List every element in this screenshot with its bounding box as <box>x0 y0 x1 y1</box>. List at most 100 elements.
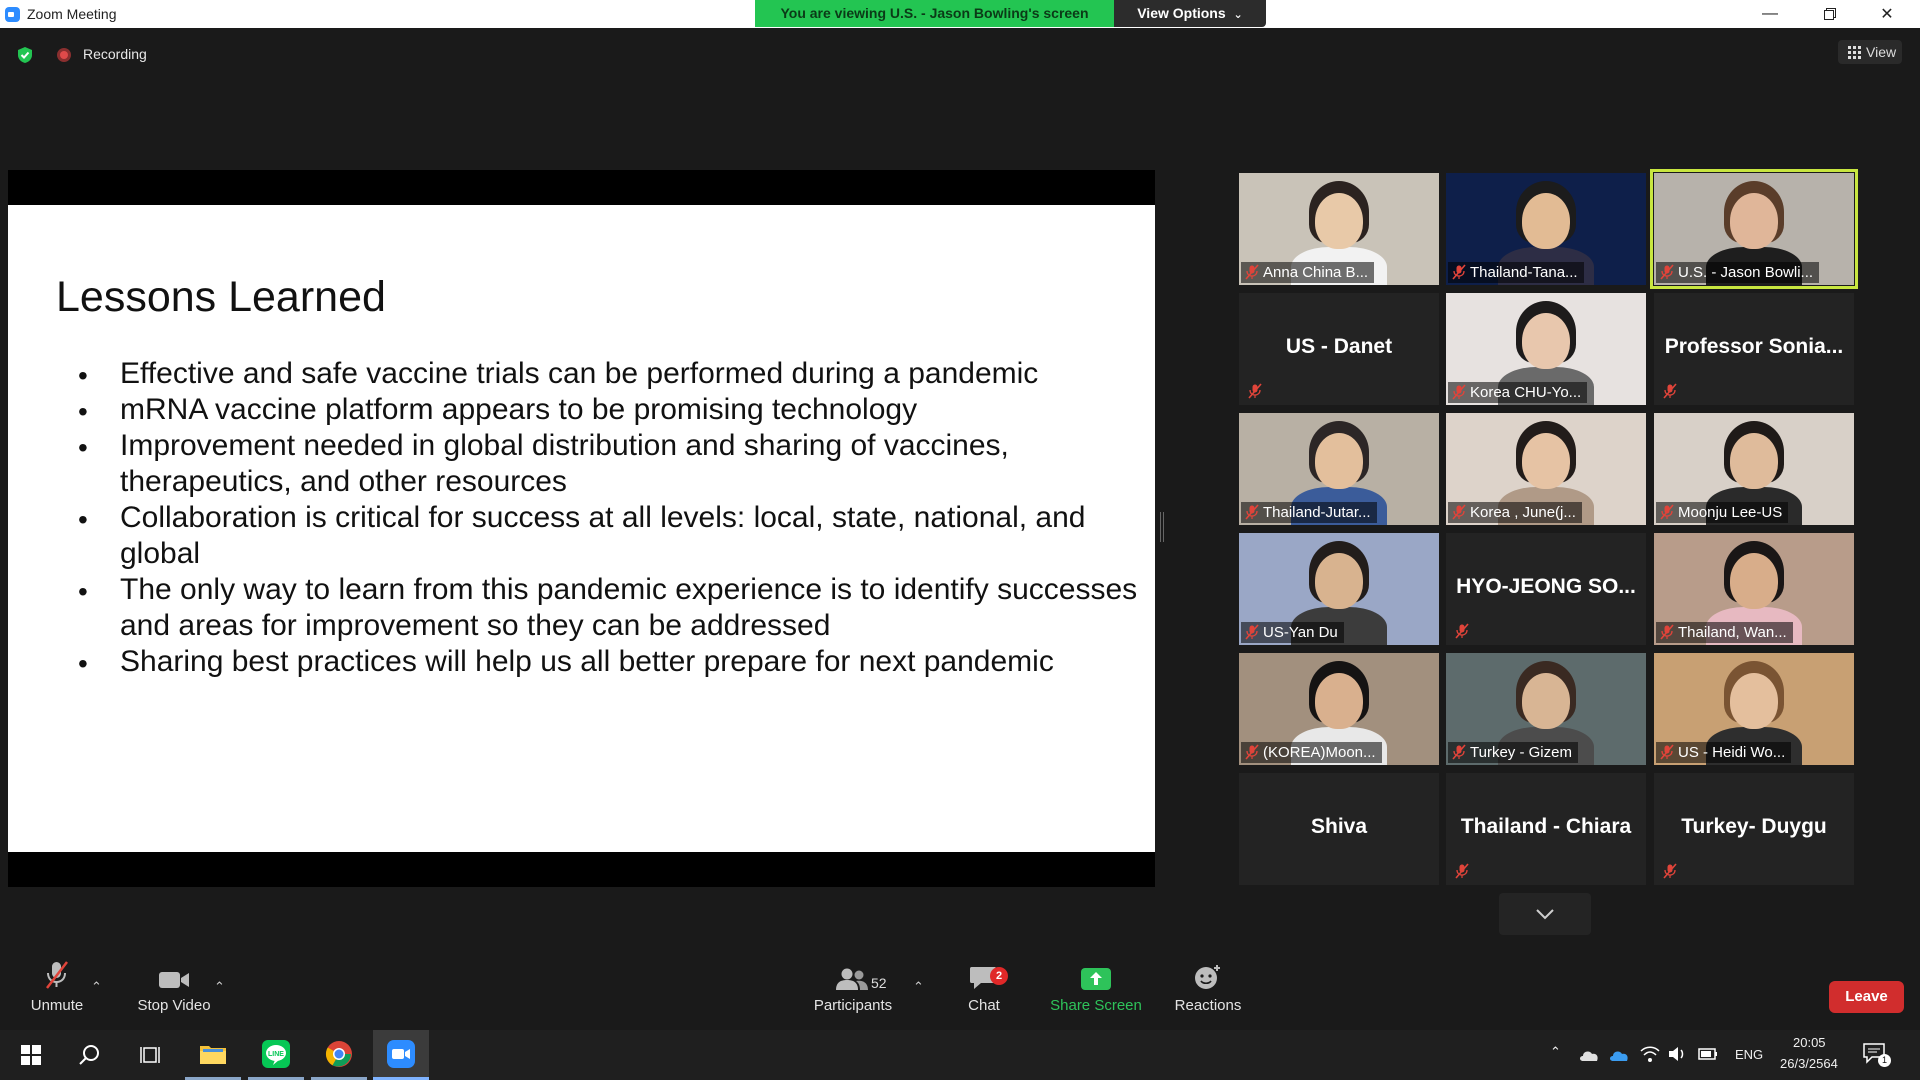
participant-name: Thailand, Wan... <box>1678 624 1787 641</box>
zoom-app-icon <box>387 1039 415 1068</box>
participant-name-label: Korea CHU-Yo... <box>1448 382 1588 403</box>
line-app-taskbar-button[interactable]: LINE <box>248 1030 304 1080</box>
participant-tile[interactable]: Thailand-Tana... <box>1446 173 1646 285</box>
show-hidden-icons-caret[interactable]: ⌃ <box>1550 1044 1561 1060</box>
shared-screen[interactable]: Lessons Learned Effective and safe vacci… <box>8 170 1155 887</box>
participants-icon <box>836 968 868 990</box>
zoom-taskbar-button[interactable] <box>373 1030 429 1080</box>
participant-name: Turkey- Duygu <box>1681 815 1827 838</box>
muted-microphone-icon <box>1244 744 1260 760</box>
search-button[interactable] <box>61 1030 117 1080</box>
taskbar-clock-time[interactable]: 20:05 <box>1793 1035 1826 1050</box>
slide-bullet: Sharing best practices will help us all … <box>78 644 1138 682</box>
chevron-down-icon: ⌄ <box>1233 9 1243 21</box>
participant-tile[interactable]: Thailand, Wan... <box>1654 533 1854 645</box>
view-options-button[interactable]: View Options ⌄ <box>1114 0 1266 27</box>
audio-options-caret-icon[interactable]: ⌃ <box>91 979 102 995</box>
minimize-button[interactable]: — <box>1747 0 1793 28</box>
task-view-button[interactable] <box>122 1030 178 1080</box>
restore-button[interactable] <box>1807 0 1853 28</box>
zoom-app-icon <box>5 7 20 22</box>
gallery-grid-icon <box>1848 46 1861 59</box>
muted-microphone-icon <box>1659 504 1675 520</box>
muted-microphone-icon <box>1659 624 1675 640</box>
chat-unread-badge: 2 <box>990 967 1008 985</box>
svg-text:LINE: LINE <box>268 1051 284 1058</box>
slide-bullet: Improvement needed in global distributio… <box>78 428 1138 500</box>
slide-bullet-list: Effective and safe vaccine trials can be… <box>78 356 1138 682</box>
close-button[interactable]: ✕ <box>1864 0 1910 28</box>
unmute-button[interactable]: Unmute <box>24 955 90 1014</box>
minimize-icon: — <box>1762 5 1778 22</box>
restore-icon <box>1824 8 1836 20</box>
view-options-label: View Options <box>1137 5 1226 21</box>
muted-microphone-icon <box>1451 384 1467 400</box>
volume-icon[interactable] <box>1668 1045 1686 1063</box>
share-screen-label: Share Screen <box>1050 997 1142 1014</box>
stop-video-button[interactable]: Stop Video <box>134 955 214 1014</box>
window-title-bar: Zoom Meeting You are viewing U.S. - Jaso… <box>0 0 1920 28</box>
security-shield-icon[interactable] <box>16 46 34 64</box>
leave-button[interactable]: Leave <box>1829 981 1904 1013</box>
participant-name-label: U.S. - Jason Bowli... <box>1656 262 1820 283</box>
muted-microphone-icon <box>1244 504 1260 520</box>
muted-microphone-icon <box>1451 504 1467 520</box>
wifi-icon[interactable] <box>1640 1045 1660 1063</box>
participant-tile[interactable]: US-Yan Du <box>1239 533 1439 645</box>
participant-tile[interactable]: Moonju Lee-US <box>1654 413 1854 525</box>
participant-name: Thailand-Jutar... <box>1263 504 1371 521</box>
chrome-taskbar-button[interactable] <box>311 1030 367 1080</box>
participant-name-label: Anna China B... <box>1241 262 1375 283</box>
participant-tile[interactable]: Anna China B... <box>1239 173 1439 285</box>
participant-name: (KOREA)Moon... <box>1263 744 1376 761</box>
participant-tile[interactable]: Turkey- Duygu <box>1654 773 1854 885</box>
participants-options-caret-icon[interactable]: ⌃ <box>913 979 924 995</box>
meeting-toolbar: Unmute ⌃ Stop Video ⌃ 52 Participants ⌃ <box>0 955 1920 1030</box>
participant-name-label: Thailand, Wan... <box>1656 622 1793 643</box>
muted-microphone-icon <box>1659 264 1675 280</box>
onedrive-blue-icon[interactable] <box>1608 1048 1630 1062</box>
participant-tile[interactable]: (KOREA)Moon... <box>1239 653 1439 765</box>
participant-tile[interactable]: US - Heidi Wo... <box>1654 653 1854 765</box>
windows-start-button[interactable] <box>3 1030 59 1080</box>
reactions-button[interactable]: Reactions <box>1172 955 1244 1014</box>
participant-tile[interactable]: Shiva <box>1239 773 1439 885</box>
participant-name: Anna China B... <box>1263 264 1369 281</box>
taskbar-clock-date[interactable]: 26/3/2564 <box>1780 1056 1838 1071</box>
participant-tile[interactable]: Korea , June(j... <box>1446 413 1646 525</box>
input-language-indicator[interactable]: ENG <box>1735 1047 1763 1062</box>
viewing-screen-banner: You are viewing U.S. - Jason Bowling's s… <box>755 0 1114 27</box>
windows-taskbar: LINE ⌃ ENG 20:05 26/3/2564 1 <box>0 1030 1920 1080</box>
onedrive-gray-icon[interactable] <box>1578 1048 1600 1062</box>
participant-name-label: Turkey - Gizem <box>1448 742 1578 763</box>
action-center-button[interactable]: 1 <box>1862 1042 1892 1068</box>
participants-button[interactable]: 52 Participants <box>811 955 895 1014</box>
video-options-caret-icon[interactable]: ⌃ <box>214 979 225 995</box>
participant-tile[interactable]: Korea CHU-Yo... <box>1446 293 1646 405</box>
view-label: View <box>1866 44 1897 60</box>
chat-button[interactable]: 2 Chat <box>962 955 1008 1014</box>
participant-tile[interactable]: Thailand - Chiara <box>1446 773 1646 885</box>
participant-name: US-Yan Du <box>1263 624 1338 641</box>
participant-tile[interactable]: Professor Sonia... <box>1654 293 1854 405</box>
participant-tile[interactable]: HYO-JEONG SO... <box>1446 533 1646 645</box>
recording-icon[interactable] <box>57 48 71 62</box>
battery-icon[interactable] <box>1698 1047 1718 1061</box>
muted-microphone-icon <box>1451 264 1467 280</box>
participant-name: Shiva <box>1310 815 1368 838</box>
participant-tile[interactable]: U.S. - Jason Bowli... <box>1650 169 1858 289</box>
muted-microphone-icon <box>1244 264 1260 280</box>
participant-tile[interactable]: US - Danet <box>1239 293 1439 405</box>
participant-tile[interactable]: Thailand-Jutar... <box>1239 413 1439 525</box>
split-view-handle[interactable] <box>1160 512 1164 542</box>
participant-name-label: US - Heidi Wo... <box>1656 742 1792 763</box>
gallery-next-page-button[interactable] <box>1499 893 1591 935</box>
unmute-label: Unmute <box>30 997 84 1014</box>
view-button[interactable]: View <box>1838 40 1902 64</box>
participant-tile[interactable]: Turkey - Gizem <box>1446 653 1646 765</box>
participant-name: Korea , June(j... <box>1470 504 1576 521</box>
file-explorer-taskbar-button[interactable] <box>185 1030 241 1080</box>
share-screen-button[interactable]: Share Screen <box>1050 955 1142 1014</box>
participant-name: Professor Sonia... <box>1664 335 1844 358</box>
participant-name: Turkey - Gizem <box>1470 744 1572 761</box>
